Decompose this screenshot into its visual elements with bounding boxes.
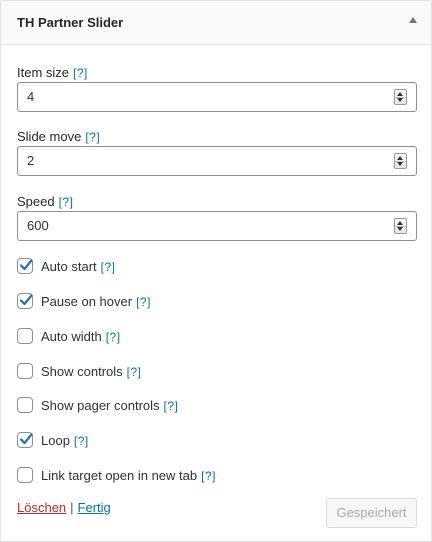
slide-move-input[interactable]: 2	[17, 146, 417, 176]
loop-row[interactable]: Loop [?]	[17, 432, 417, 450]
spin-down-icon[interactable]	[397, 227, 403, 231]
link-target-row[interactable]: Link target open in new tab [?]	[17, 467, 417, 485]
pause-on-hover-help-link[interactable]: [?]	[136, 295, 151, 309]
speed-field: Speed [?] 600	[17, 194, 417, 241]
auto-width-help-link[interactable]: [?]	[106, 330, 121, 344]
show-controls-label: Show controls	[41, 364, 123, 379]
auto-start-help-link[interactable]: [?]	[101, 260, 116, 274]
pause-on-hover-row[interactable]: Pause on hover [?]	[17, 293, 417, 311]
loop-help-link[interactable]: [?]	[74, 434, 89, 448]
slide-move-field: Slide move [?] 2	[17, 129, 417, 176]
spin-up-icon[interactable]	[397, 221, 403, 225]
pause-on-hover-checkbox[interactable]	[17, 293, 33, 309]
auto-start-row[interactable]: Auto start [?]	[17, 258, 417, 276]
show-controls-checkbox[interactable]	[17, 363, 33, 379]
auto-start-checkbox[interactable]	[17, 258, 33, 274]
item-size-value: 4	[27, 89, 35, 104]
show-pager-controls-label: Show pager controls	[41, 398, 160, 413]
spin-up-icon[interactable]	[397, 92, 403, 96]
collapse-arrow-icon[interactable]	[409, 17, 417, 23]
slide-move-label: Slide move	[17, 129, 82, 144]
slide-move-spinner[interactable]	[394, 153, 407, 169]
show-controls-row[interactable]: Show controls [?]	[17, 363, 417, 381]
speed-input[interactable]: 600	[17, 211, 417, 241]
auto-width-label: Auto width	[41, 329, 102, 344]
auto-width-checkbox[interactable]	[17, 328, 33, 344]
show-pager-controls-row[interactable]: Show pager controls [?]	[17, 397, 417, 415]
done-link[interactable]: Fertig	[78, 500, 111, 515]
checkmark-icon	[19, 294, 33, 306]
slide-move-help-link[interactable]: [?]	[85, 130, 100, 144]
link-target-checkbox[interactable]	[17, 467, 33, 483]
checkmark-icon	[19, 433, 33, 445]
loop-label: Loop	[41, 433, 70, 448]
auto-width-row[interactable]: Auto width [?]	[17, 328, 417, 346]
show-controls-help-link[interactable]: [?]	[127, 365, 142, 379]
spin-down-icon[interactable]	[397, 98, 403, 102]
widget-header[interactable]: TH Partner Slider	[1, 1, 431, 45]
delete-link[interactable]: Löschen	[17, 500, 66, 515]
pause-on-hover-label: Pause on hover	[41, 294, 133, 309]
link-separator: |	[70, 500, 74, 515]
spin-up-icon[interactable]	[397, 156, 403, 160]
loop-checkbox[interactable]	[17, 432, 33, 448]
spin-down-icon[interactable]	[397, 162, 403, 166]
widget-footer: Löschen | Fertig Gespeichert	[17, 498, 417, 528]
speed-label: Speed	[17, 194, 55, 209]
saved-button[interactable]: Gespeichert	[326, 498, 417, 528]
slide-move-value: 2	[27, 153, 35, 168]
item-size-label: Item size	[17, 65, 70, 80]
item-size-input[interactable]: 4	[17, 82, 417, 112]
speed-spinner[interactable]	[394, 218, 407, 234]
widget-title: TH Partner Slider	[17, 15, 124, 30]
item-size-help-link[interactable]: [?]	[73, 66, 88, 80]
item-size-field: Item size [?] 4	[17, 65, 417, 112]
item-size-spinner[interactable]	[394, 89, 407, 105]
auto-start-label: Auto start	[41, 259, 97, 274]
speed-help-link[interactable]: [?]	[59, 195, 74, 209]
checkmark-icon	[19, 259, 33, 271]
show-pager-controls-checkbox[interactable]	[17, 397, 33, 413]
show-pager-controls-help-link[interactable]: [?]	[164, 399, 179, 413]
widget-panel: TH Partner Slider Item size [?] 4 Slide m…	[0, 0, 432, 542]
link-target-help-link[interactable]: [?]	[201, 469, 216, 483]
speed-value: 600	[27, 218, 49, 233]
link-target-label: Link target open in new tab	[41, 468, 198, 483]
